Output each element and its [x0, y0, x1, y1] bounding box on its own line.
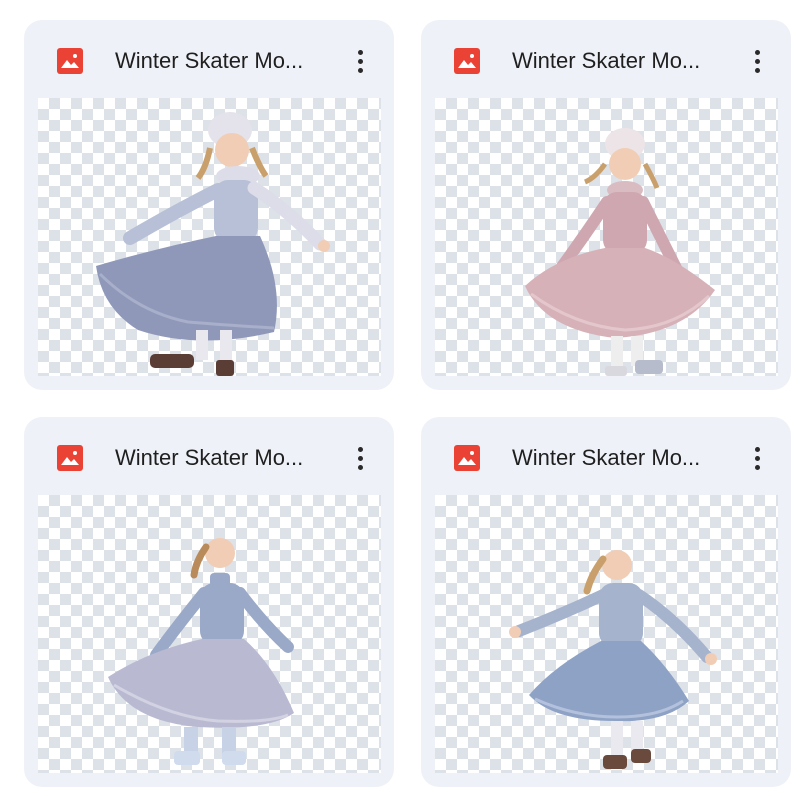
- file-card[interactable]: Winter Skater Mo...: [24, 417, 394, 787]
- more-options-icon[interactable]: [348, 441, 372, 475]
- file-card[interactable]: Winter Skater Mo...: [421, 20, 791, 390]
- skater-figure: [96, 112, 330, 376]
- file-thumbnail[interactable]: [38, 495, 381, 773]
- file-title: Winter Skater Mo...: [115, 48, 304, 73]
- file-card-header: Winter Skater Mo...: [421, 417, 791, 495]
- file-thumbnail[interactable]: [435, 98, 778, 376]
- file-card[interactable]: Winter Skater Mo...: [24, 20, 394, 390]
- more-options-icon[interactable]: [745, 441, 769, 475]
- more-options-icon[interactable]: [745, 44, 769, 78]
- file-title: Winter Skater Mo...: [512, 445, 701, 470]
- image-file-icon: [57, 445, 83, 471]
- file-title: Winter Skater Mo...: [115, 445, 304, 470]
- skater-figure: [525, 128, 715, 376]
- image-file-icon: [454, 48, 480, 74]
- file-title: Winter Skater Mo...: [512, 48, 701, 73]
- skater-figure: [509, 550, 717, 769]
- file-card[interactable]: Winter Skater Mo...: [421, 417, 791, 787]
- image-file-icon: [454, 445, 480, 471]
- more-options-icon[interactable]: [348, 44, 372, 78]
- image-file-icon: [57, 48, 83, 74]
- skater-figure: [108, 538, 294, 765]
- file-card-header: Winter Skater Mo...: [24, 20, 394, 98]
- file-thumbnail[interactable]: [435, 495, 778, 773]
- file-thumbnail[interactable]: [38, 98, 381, 376]
- file-card-header: Winter Skater Mo...: [24, 417, 394, 495]
- file-card-header: Winter Skater Mo...: [421, 20, 791, 98]
